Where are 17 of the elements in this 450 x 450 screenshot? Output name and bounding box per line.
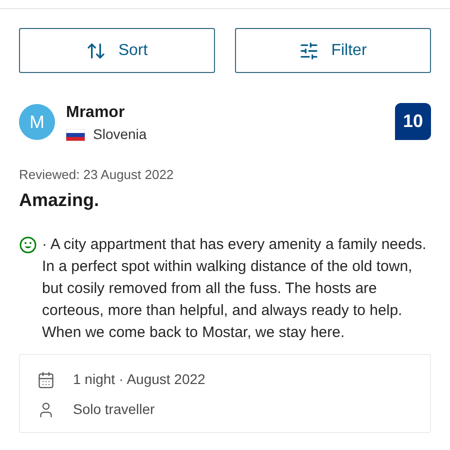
review-title: Amazing. xyxy=(19,189,100,212)
review-text: · A city appartment that has every amenity a family needs. In a perfect spot within walking distance of the old town, but cosily removed from all the fuss. The hosts are corteous, more than helpful, and always ready to help. When we come back to Mostar, we stay here. xyxy=(42,235,428,343)
reviewer-name: Mramor xyxy=(66,103,126,123)
stay-info: Solo traveller xyxy=(73,400,155,419)
stay-info: 1 night · August 2022 xyxy=(73,370,206,389)
smiley-icon xyxy=(19,236,37,254)
sort-icon xyxy=(86,40,106,60)
flag-icon xyxy=(66,128,85,140)
calendar-icon xyxy=(37,370,55,388)
filter-button[interactable]: Filter xyxy=(235,28,431,73)
sort-button[interactable]: Sort xyxy=(19,28,215,73)
sliders-icon xyxy=(299,40,320,60)
score-badge: 10 xyxy=(395,103,431,140)
person-icon xyxy=(37,400,55,418)
avatar: M xyxy=(19,104,55,140)
review-date: Reviewed: 23 August 2022 xyxy=(19,167,175,183)
reviewer-country: Slovenia xyxy=(93,125,147,144)
